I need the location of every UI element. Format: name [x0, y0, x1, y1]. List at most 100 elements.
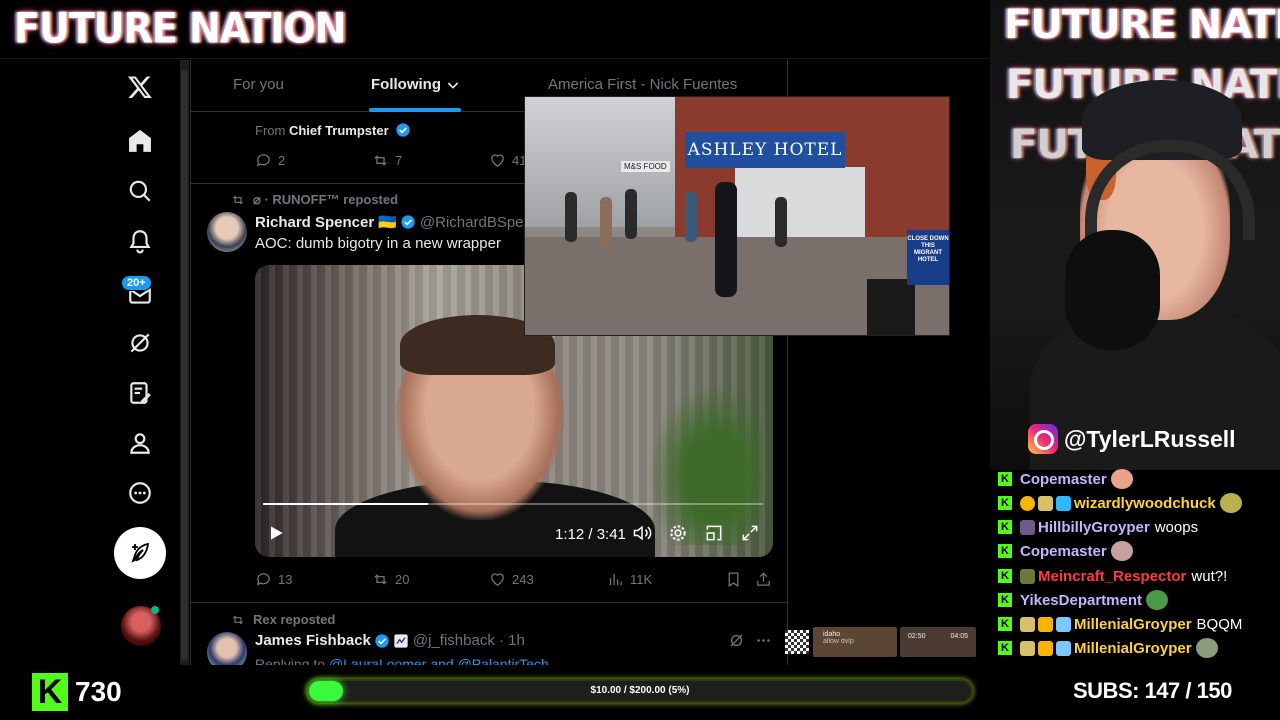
chat-text: BQQM: [1196, 615, 1243, 633]
affiliate-badge-icon: [394, 633, 408, 648]
kick-logo-icon: K: [32, 673, 68, 711]
chat-message: K MillenialGroyper: [998, 637, 1223, 659]
sub-badge-icon: [1020, 616, 1035, 632]
like-button[interactable]: 243: [489, 571, 534, 588]
messages-badge: 20+: [121, 275, 152, 291]
active-tab-indicator: [369, 108, 461, 112]
share-button[interactable]: [755, 571, 778, 588]
gear-icon: [670, 525, 686, 541]
expand-icon: [742, 525, 758, 541]
frame-divider: [0, 58, 990, 59]
sub-badge-icon: [1020, 640, 1035, 656]
chat-message: K HillbillyGroyper woops: [998, 516, 1198, 538]
repost-context: ⌀ · RUNOFF™ reposted: [231, 192, 398, 208]
pip-button[interactable]: [704, 523, 724, 543]
compose-post-button[interactable]: [114, 527, 166, 579]
facecam: FUTURE NATION FUTURE NATION FUTURE NATIO…: [990, 0, 1280, 470]
play-button[interactable]: [266, 523, 286, 543]
reply-icon: [256, 154, 270, 167]
chat-username[interactable]: wizardlywoodchuck: [1074, 495, 1216, 512]
sword-badge-icon: [1056, 616, 1071, 632]
fullscreen-button[interactable]: [740, 523, 760, 543]
author-avatar[interactable]: [207, 632, 247, 665]
chat-username[interactable]: MillenialGroyper: [1074, 640, 1192, 657]
tab-for-you[interactable]: For you: [233, 76, 284, 93]
chat-message: K Copemaster: [998, 468, 1138, 490]
tab-list[interactable]: America First - Nick Fuentes: [548, 76, 737, 93]
verified-badge-icon: [401, 215, 415, 229]
video-time: 1:12 / 3:41: [555, 526, 626, 543]
sub-badge-icon: [1020, 568, 1035, 584]
reply-count: 13: [278, 572, 293, 587]
x-logo-icon[interactable]: [114, 65, 166, 109]
volume-button[interactable]: [632, 523, 652, 543]
more-horizontal-icon: [757, 639, 770, 642]
kick-badge-icon: K: [998, 472, 1012, 486]
chat-username[interactable]: Meincraft_Respector: [1038, 568, 1186, 585]
chat-message: K Copemaster: [998, 540, 1138, 562]
emote-icon: [1110, 541, 1133, 561]
reply-prefix: Replying to: [255, 656, 326, 665]
online-indicator: [151, 606, 159, 614]
overlay-entrance: [735, 167, 865, 242]
kick-chat: K Copemaster K wizardlywoodchuck K Hillb…: [998, 468, 1280, 664]
emote-icon: [1219, 493, 1242, 513]
from-name[interactable]: Chief Trumpster: [289, 123, 389, 138]
hotel-sign: ASHLEY HOTEL: [685, 132, 845, 168]
emote-icon: [1146, 590, 1168, 610]
qr-code: [785, 630, 809, 654]
picture-in-picture-icon: [706, 525, 722, 541]
grok-icon: [730, 634, 743, 647]
reply-mentions[interactable]: @LauraLoomer and @PalantirTech: [329, 656, 549, 665]
reply-count: 2: [278, 153, 286, 168]
bookmark-button[interactable]: [725, 571, 748, 588]
instagram-icon: [1028, 424, 1058, 454]
author-avatar[interactable]: [207, 212, 247, 252]
repost-button[interactable]: 7: [372, 152, 402, 169]
lists-icon[interactable]: [114, 371, 166, 415]
instagram-handle: @TylerLRussell: [1064, 425, 1236, 452]
widget-subtitle: allow dvlp: [823, 638, 854, 645]
author-name[interactable]: James Fishback: [255, 632, 371, 649]
video-progress-fill: [263, 503, 428, 505]
widget-title: idaho: [823, 631, 841, 638]
more-options-button[interactable]: [755, 632, 778, 649]
bystander: [625, 189, 637, 239]
profile-icon[interactable]: [114, 421, 166, 465]
repost-button[interactable]: 20: [372, 571, 409, 588]
chat-username[interactable]: Copemaster: [1020, 471, 1107, 488]
bystander: [565, 192, 577, 242]
speaker-figure: [715, 182, 737, 297]
kick-badge-icon: K: [998, 520, 1012, 534]
author-line: Richard Spencer 🇺🇦 @RichardBSpencer: [255, 213, 553, 232]
more-icon[interactable]: [114, 471, 166, 515]
reply-context: Replying to @LauraLoomer and @PalantirTe…: [255, 656, 549, 665]
page-scrollbar-thumb[interactable]: [181, 70, 188, 660]
cam-logo: FUTURE NATION: [1004, 2, 1280, 48]
chat-username[interactable]: MillenialGroyper: [1074, 616, 1192, 633]
grok-icon[interactable]: [114, 321, 166, 365]
bystander: [685, 192, 697, 242]
timer-widget: 02:50 04:05: [900, 627, 976, 657]
notifications-icon[interactable]: [114, 219, 166, 263]
grok-button[interactable]: [728, 632, 751, 649]
reply-button[interactable]: 13: [255, 571, 292, 588]
chat-username[interactable]: YikesDepartment: [1020, 592, 1142, 609]
reply-button[interactable]: 2: [255, 152, 285, 169]
repost-icon: [232, 195, 244, 205]
chat-username[interactable]: HillbillyGroyper: [1038, 519, 1150, 536]
gift-badge-icon: [1020, 495, 1035, 511]
settings-button[interactable]: [668, 523, 688, 543]
chat-message: K YikesDepartment: [998, 589, 1173, 611]
like-button[interactable]: 41: [489, 152, 526, 169]
home-icon[interactable]: [114, 119, 166, 163]
author-handle[interactable]: @j_fishback · 1h: [413, 632, 525, 649]
search-icon[interactable]: [114, 169, 166, 213]
author-name[interactable]: Richard Spencer: [255, 214, 374, 231]
chat-username[interactable]: Copemaster: [1020, 543, 1107, 560]
views-button[interactable]: 11K: [607, 571, 652, 588]
share-icon: [757, 572, 770, 586]
repost-icon: [374, 574, 387, 585]
tab-following[interactable]: Following: [371, 76, 461, 93]
bystander: [600, 197, 612, 247]
